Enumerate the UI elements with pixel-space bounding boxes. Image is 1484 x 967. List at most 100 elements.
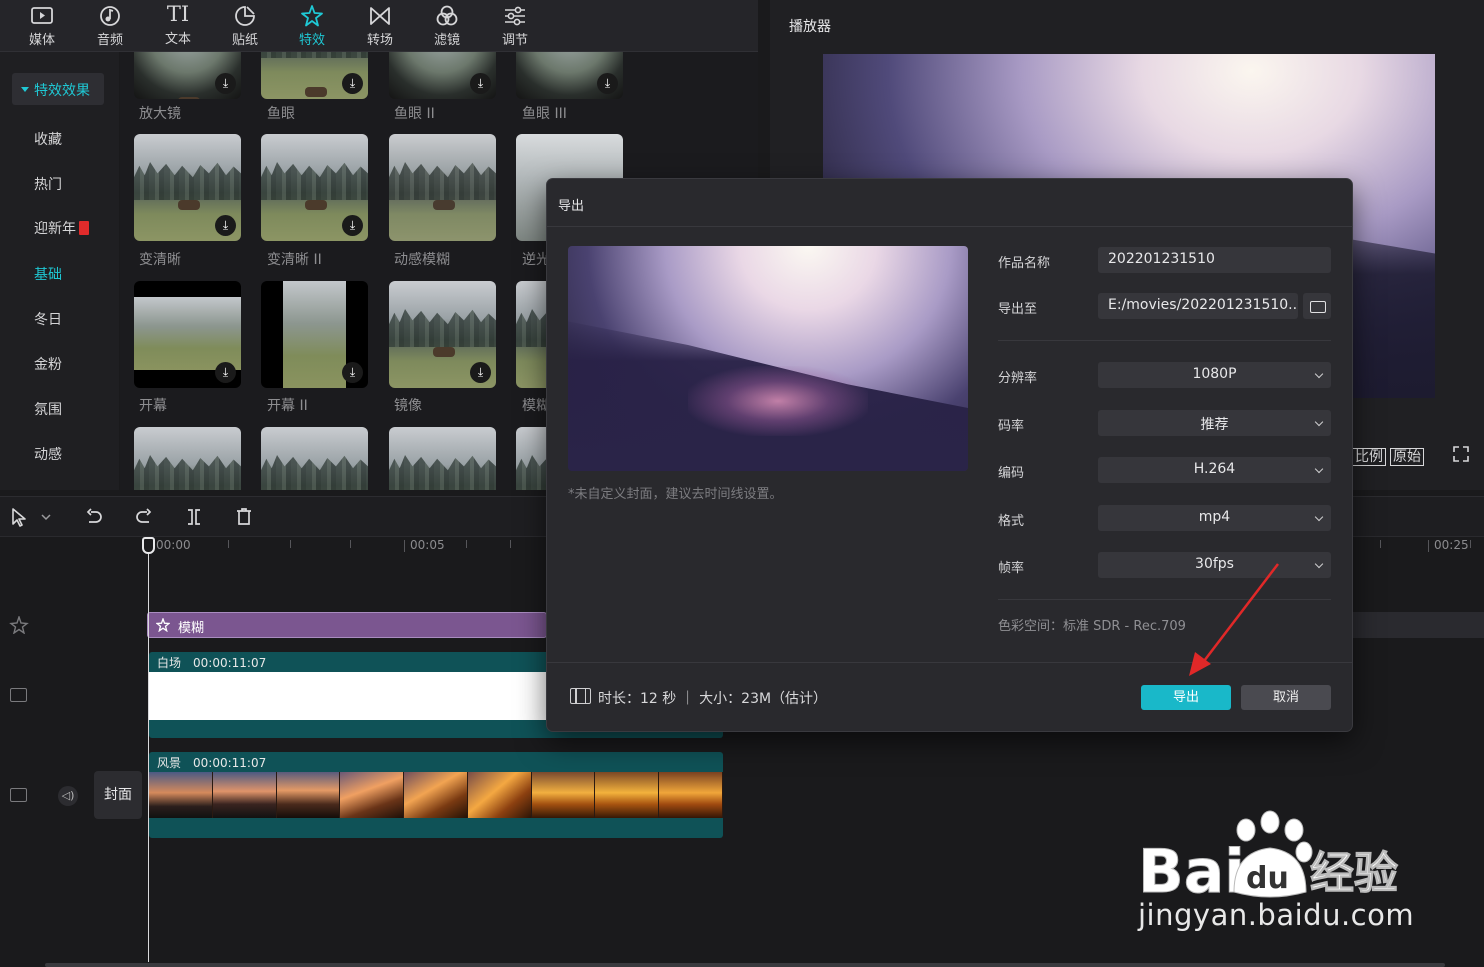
trees-image	[134, 455, 241, 490]
ruler-tick	[350, 540, 351, 548]
toolbar-effects-label: 特效	[298, 33, 325, 48]
deer-image	[178, 200, 200, 210]
effect-label: 开幕 II	[267, 398, 308, 414]
download-icon[interactable]: ⤓	[215, 362, 236, 383]
cover-hint: *未自定义封面，建议去时间线设置。	[568, 487, 783, 502]
toolbar-transition-button[interactable]: 转场	[352, 2, 408, 50]
ruler-tick	[1470, 540, 1471, 548]
download-icon[interactable]: ⤓	[470, 362, 491, 383]
resolution-select[interactable]: 1080P	[1098, 362, 1331, 388]
toolbar-adjust-button[interactable]: 调节	[487, 2, 543, 50]
effect-thumb-mirror[interactable]: ⤓	[389, 281, 496, 388]
download-icon[interactable]: ⤓	[470, 73, 491, 94]
trees-image	[261, 162, 368, 200]
sidebar-item-hot[interactable]: 热门	[34, 174, 62, 194]
deer-image	[305, 87, 327, 97]
clip-duration: 00:00:11:07	[193, 756, 267, 770]
download-icon[interactable]: ⤓	[342, 73, 363, 94]
clip-name: 白场	[157, 656, 182, 670]
sidebar-item-atmosphere[interactable]: 氛围	[34, 399, 62, 419]
sidebar-item-newyear[interactable]: 迎新年	[34, 218, 89, 238]
colorspace-info: 色彩空间：标准 SDR - Rec.709	[998, 619, 1186, 634]
format-select[interactable]: mp4	[1098, 505, 1331, 531]
toolbar-filter-button[interactable]: 滤镜	[419, 2, 475, 50]
film-frame	[340, 772, 405, 818]
cancel-button[interactable]: 取消	[1241, 685, 1331, 710]
effect-clip[interactable]: 模糊	[147, 612, 547, 638]
effect-label: 镜像	[394, 398, 422, 414]
format-label: 格式	[998, 514, 1025, 529]
playhead-handle[interactable]	[142, 537, 155, 554]
player-ratio-button[interactable]: 比例	[1352, 446, 1386, 466]
toolbar-text-button[interactable]: TI 文本	[150, 2, 206, 50]
codec-select[interactable]: H.264	[1098, 457, 1331, 483]
toolbar-media-button[interactable]: 媒体	[14, 2, 70, 50]
bitrate-select[interactable]: 推荐	[1098, 410, 1331, 436]
toolbar-effects-button[interactable]: 特效	[284, 2, 340, 50]
new-badge-icon	[79, 221, 89, 235]
name-input[interactable]: 202201231510	[1098, 247, 1331, 273]
sidebar-item-gold[interactable]: 金粉	[34, 354, 62, 374]
chevron-down-icon[interactable]	[40, 512, 52, 522]
trees-image	[134, 162, 241, 200]
effect-track-background	[1352, 612, 1484, 638]
filmstrip	[149, 772, 724, 818]
effect-thumb[interactable]	[261, 427, 368, 490]
download-icon[interactable]: ⤓	[342, 215, 363, 236]
download-icon[interactable]: ⤓	[215, 73, 236, 94]
effect-thumb-sharpen[interactable]: ⤓	[134, 134, 241, 241]
toolbar-sticker-label: 贴纸	[231, 33, 258, 48]
bitrate-label: 码率	[998, 419, 1025, 434]
download-icon[interactable]: ⤓	[342, 362, 363, 383]
sidebar-item-winter[interactable]: 冬日	[34, 309, 62, 329]
original-label: 原始	[1390, 448, 1424, 466]
download-icon[interactable]: ⤓	[215, 215, 236, 236]
scene-image	[283, 281, 346, 388]
clip-header: 风景 00:00:11:07	[157, 754, 266, 771]
toolbar-audio-button[interactable]: 音频	[82, 2, 138, 50]
sticker-icon	[235, 6, 255, 26]
export-button[interactable]: 导出	[1141, 685, 1231, 710]
trees-image	[389, 455, 496, 490]
split-icon[interactable]	[184, 507, 204, 527]
export-path-input[interactable]: E:/movies/202201231510...	[1098, 293, 1298, 319]
undo-icon[interactable]	[84, 507, 104, 527]
effect-thumb-fisheye[interactable]: ⤓	[261, 52, 368, 99]
sidebar-header-effects[interactable]: 特效效果	[12, 73, 104, 105]
sidebar-item-basic[interactable]: 基础	[34, 264, 62, 284]
mute-toggle-icon[interactable]: ◁)	[58, 786, 78, 806]
effect-thumb[interactable]	[134, 427, 241, 490]
toolbar-sticker-button[interactable]: 贴纸	[217, 2, 273, 50]
sidebar-item-dynamic[interactable]: 动感	[34, 444, 62, 464]
effect-thumb-curtain-2[interactable]: ⤓	[261, 281, 368, 388]
film-icon	[570, 688, 591, 704]
player-original-button[interactable]: 原始	[1390, 446, 1424, 466]
export-dialog-title: 导出	[558, 199, 585, 214]
effect-label: 逆光	[522, 252, 550, 268]
effect-thumb-magnifier[interactable]: ⤓	[134, 52, 241, 99]
effect-thumb-fisheye-3[interactable]: ⤓	[516, 52, 623, 99]
effect-clip-label: 模糊	[178, 621, 205, 636]
player-title: 播放器	[789, 19, 831, 35]
adjust-icon	[505, 6, 525, 26]
delete-icon[interactable]	[234, 507, 254, 527]
download-icon[interactable]: ⤓	[597, 73, 618, 94]
redo-icon[interactable]	[134, 507, 154, 527]
export-path-label: 导出至	[998, 302, 1038, 317]
effect-thumb-fisheye-2[interactable]: ⤓	[389, 52, 496, 99]
folder-icon[interactable]	[1303, 293, 1331, 319]
effect-thumb[interactable]	[389, 427, 496, 490]
effect-thumb-sharpen-2[interactable]: ⤓	[261, 134, 368, 241]
fullscreen-icon[interactable]	[1453, 446, 1469, 462]
toolbar-audio-label: 音频	[96, 33, 123, 48]
select-cursor-icon[interactable]	[10, 507, 30, 527]
cover-button[interactable]: 封面	[94, 771, 142, 819]
sidebar-item-favorites[interactable]: 收藏	[34, 129, 62, 149]
effect-thumb-motion-blur[interactable]	[389, 134, 496, 241]
playhead-line[interactable]	[148, 540, 149, 962]
watermark-url: jingyan.baidu.com	[1138, 898, 1415, 932]
effect-thumb-curtain[interactable]: ⤓	[134, 281, 241, 388]
film-frame	[595, 772, 660, 818]
timeline-scrollbar[interactable]	[45, 963, 1445, 967]
trees-image	[261, 455, 368, 490]
